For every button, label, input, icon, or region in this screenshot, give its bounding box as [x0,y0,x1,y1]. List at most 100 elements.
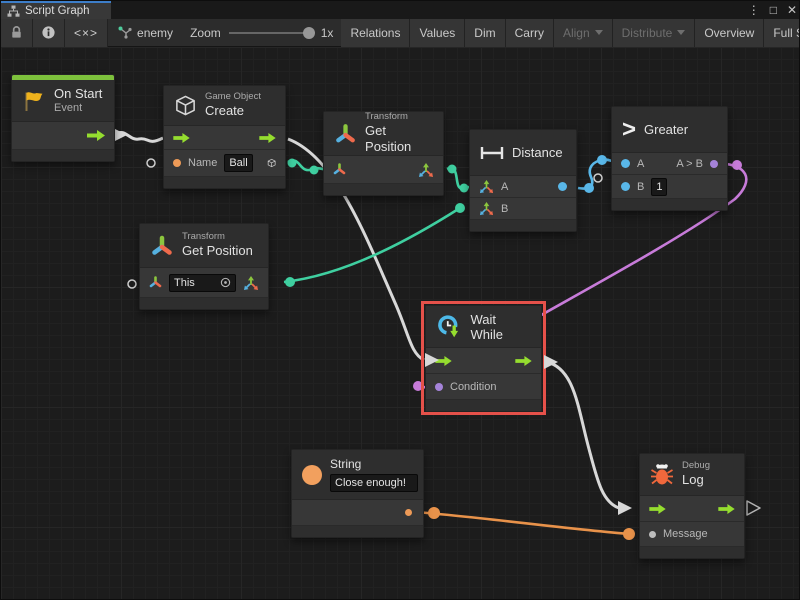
vector3-input-port-a[interactable] [479,179,494,194]
node-string[interactable]: String Close enough! [291,449,424,538]
node-title: Greater [644,122,688,137]
menu-dots-icon[interactable]: ⋮ [748,1,760,19]
greater-output-port[interactable] [710,160,718,168]
wire-arrowhead-icon [618,501,632,515]
flow-in-port[interactable] [173,133,190,143]
bug-icon [650,463,674,487]
vector3-input-port-b[interactable] [479,201,494,216]
string-icon [302,465,322,485]
wire-end-dot [285,277,295,287]
wire-create-to-getposition1 [288,160,327,170]
target-field[interactable]: This [169,274,236,292]
node-footer [164,177,285,188]
lock-button[interactable] [1,19,33,47]
vector3-output-port[interactable] [243,275,259,291]
node-title: On Start [54,86,102,102]
node-distance[interactable]: Distance A B [469,129,577,232]
wire-end-dot [288,159,297,168]
wire-getposition1-to-distance-a [447,168,470,188]
flow-out-port[interactable] [515,356,532,366]
node-get-position-2[interactable]: Transform Get Position This [139,223,269,310]
node-footer [140,298,268,309]
flow-out-port[interactable] [718,504,735,514]
string-output-port[interactable] [405,509,412,516]
tab-script-graph[interactable]: Script Graph [1,1,111,19]
wire-end-dot [732,160,742,170]
node-on-start[interactable]: On Start Event [11,74,115,162]
tab-title: Script Graph [25,5,90,17]
message-input-port[interactable] [649,531,656,538]
port-b-label: B [637,181,644,193]
chevron-down-icon [595,30,603,35]
graph-icon [7,5,20,18]
port-a-label: A [637,158,644,170]
zoom-slider[interactable] [229,26,313,40]
graph-canvas[interactable]: On Start Event Game Object Create [1,47,800,600]
flag-icon [22,89,46,113]
carry-label: Carry [515,26,544,40]
node-title: String [330,457,418,472]
wire-string-to-message [415,512,630,534]
zoom-control: Zoom 1x [182,26,341,40]
node-title: Create [205,103,261,119]
wire-end-dot [455,203,465,213]
tab-bar: Script Graph ⋮ □ ✕ [1,1,800,19]
gameobject-output-port[interactable] [267,156,276,170]
node-title: Get Position [182,243,253,259]
wire-end-dot [597,155,607,165]
object-picker-icon[interactable] [220,277,231,288]
node-greater[interactable]: > Greater A A > B B 1 [611,106,728,211]
greater-input-a-port[interactable] [621,159,630,168]
output-label: A > B [676,158,703,170]
wire-getposition2-to-distance-b [284,208,460,282]
hollow-flow-arrow-icon [747,501,760,515]
zoom-slider-handle[interactable] [303,27,315,39]
hollow-port-circle [147,159,155,167]
transform-input-port[interactable] [149,276,162,289]
greater-input-b-port[interactable] [621,182,630,191]
flow-in-port[interactable] [435,356,452,366]
values-button[interactable]: Values [410,19,465,47]
node-wait-while[interactable]: Wait While Condition [425,305,542,412]
node-footer [324,184,443,195]
distance-icon [480,145,504,161]
dim-label: Dim [474,26,495,40]
flow-out-port[interactable] [259,133,276,143]
dim-button[interactable]: Dim [465,19,505,47]
fullscreen-button[interactable]: Full Screen [764,19,800,47]
overview-button[interactable]: Overview [695,19,764,47]
distance-output-port[interactable] [558,182,567,191]
vector3-output-port[interactable] [418,162,434,178]
maximize-icon[interactable]: □ [770,1,777,19]
node-category: Transform [365,111,433,123]
flow-out-port[interactable] [87,130,105,141]
align-dropdown[interactable]: Align [554,19,613,47]
carry-button[interactable]: Carry [506,19,554,47]
graph-tree-icon [117,26,132,39]
name-input-port[interactable] [173,159,181,167]
node-footer [612,199,727,210]
condition-input-port[interactable] [435,383,443,391]
node-get-position-1[interactable]: Transform Get Position [323,111,444,196]
transform-input-port[interactable] [333,163,346,176]
distribute-label: Distribute [622,26,673,40]
wire-end-dot [428,507,440,519]
close-icon[interactable]: ✕ [787,1,797,19]
relations-button[interactable]: Relations [341,19,410,47]
chevron-down-icon [677,30,685,35]
b-value-field[interactable]: 1 [651,178,667,196]
name-field[interactable]: Ball [224,154,252,172]
distribute-dropdown[interactable]: Distribute [613,19,696,47]
inspect-button[interactable] [33,19,65,47]
edit-code-button[interactable]: <×> [65,19,108,47]
message-label: Message [663,528,708,540]
node-footer [292,526,423,537]
string-value-field[interactable]: Close enough! [330,474,418,492]
node-debug-log[interactable]: Debug Log Message [639,453,745,559]
node-footer [470,220,576,231]
lock-icon [9,25,24,40]
graph-breadcrumb[interactable]: enemy [108,19,182,47]
node-create[interactable]: Game Object Create Name Ball [163,85,286,189]
port-b-label: B [501,203,508,215]
flow-in-port[interactable] [649,504,666,514]
